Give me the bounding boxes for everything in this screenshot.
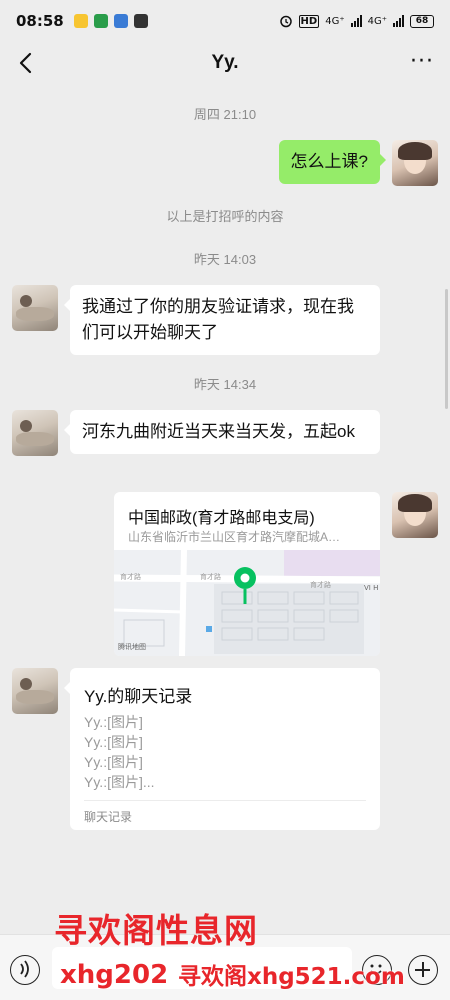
system-notice: 以上是打招呼的内容: [166, 209, 284, 224]
chevron-left-icon[interactable]: [14, 50, 40, 76]
location-card[interactable]: 中国邮政(育才路邮电支局) 山东省临沂市兰山区育才路汽摩配城A… 育才路 育才路…: [114, 492, 380, 656]
avatar[interactable]: [392, 140, 438, 186]
notification-app-icon: [113, 14, 128, 28]
avatar[interactable]: [392, 492, 438, 538]
avatar[interactable]: [12, 410, 58, 456]
message-list[interactable]: 周四 21:10 怎么上课? 以上是打招呼的内容 昨天 14:03 我通过了你的…: [0, 84, 450, 934]
chat-title: Yy.: [211, 52, 239, 73]
chat-record-footer: 聊天记录: [84, 810, 133, 824]
watermark-url: xhg202: [60, 960, 169, 990]
notification-app-icon: [73, 14, 88, 28]
battery-icon: 68: [410, 14, 434, 28]
timestamp: 昨天 14:34: [193, 377, 257, 392]
alarm-icon: [279, 15, 292, 28]
map-credit: 腾讯地图: [118, 643, 146, 651]
avatar[interactable]: [12, 285, 58, 331]
voice-icon[interactable]: [10, 955, 40, 985]
signal-icon: [350, 15, 362, 27]
location-address: 山东省临沂市兰山区育才路汽摩配城A…: [128, 530, 341, 544]
chat-record-line: Yy.:[图片]: [84, 754, 143, 770]
divider: [84, 800, 366, 801]
chat-record-line: Yy.:[图片]...: [84, 774, 155, 790]
message-bubble-outgoing[interactable]: 怎么上课?: [278, 140, 387, 184]
network-label: 4G⁺: [367, 15, 387, 27]
notification-app-icon: [93, 14, 108, 28]
map-preview: 育才路 育才路 育才路 VI H 腾讯地图: [114, 549, 380, 656]
map-poi-label: VI H: [364, 584, 379, 592]
hd-badge: HD: [298, 14, 320, 28]
location-name: 中国邮政(育才路邮电支局): [128, 510, 315, 527]
notification-app-icon: [133, 14, 148, 28]
status-bar: 08:58 HD 4G⁺ 4G⁺ 68: [0, 0, 450, 42]
network-label: 4G⁺: [325, 15, 345, 27]
chat-record-line: Yy.:[图片]: [84, 714, 143, 730]
map-street-label: 育才路: [120, 573, 141, 581]
avatar[interactable]: [12, 668, 58, 714]
message-bubble-incoming[interactable]: 我通过了你的朋友验证请求，现在我们可以开始聊天了: [64, 285, 380, 355]
map-street-label: 育才路: [310, 581, 331, 589]
plus-icon[interactable]: [408, 955, 438, 985]
signal-icon: [393, 15, 404, 27]
message-bubble-incoming[interactable]: 河东九曲附近当天来当天发，五起ok: [64, 410, 380, 454]
timestamp: 周四 21:10: [193, 107, 257, 122]
chat-record-card[interactable]: Yy.的聊天记录 Yy.:[图片] Yy.:[图片] Yy.:[图片] Yy.:…: [64, 668, 380, 830]
chat-record-line: Yy.:[图片]: [84, 734, 143, 750]
chat-record-title: Yy.的聊天记录: [84, 687, 193, 706]
map-street-label: 育才路: [200, 573, 221, 581]
clock: 08:58: [16, 12, 64, 30]
timestamp: 昨天 14:03: [193, 252, 257, 267]
voice-wave-icon: [20, 960, 29, 978]
watermark-url: 寻欢阁xhg521.com: [178, 964, 405, 990]
more-dots-icon[interactable]: ···: [410, 51, 434, 73]
watermark-title: 寻欢阁性息网: [54, 911, 258, 950]
chat-header: Yy. ···: [0, 42, 450, 84]
map-graphic: [114, 549, 380, 656]
